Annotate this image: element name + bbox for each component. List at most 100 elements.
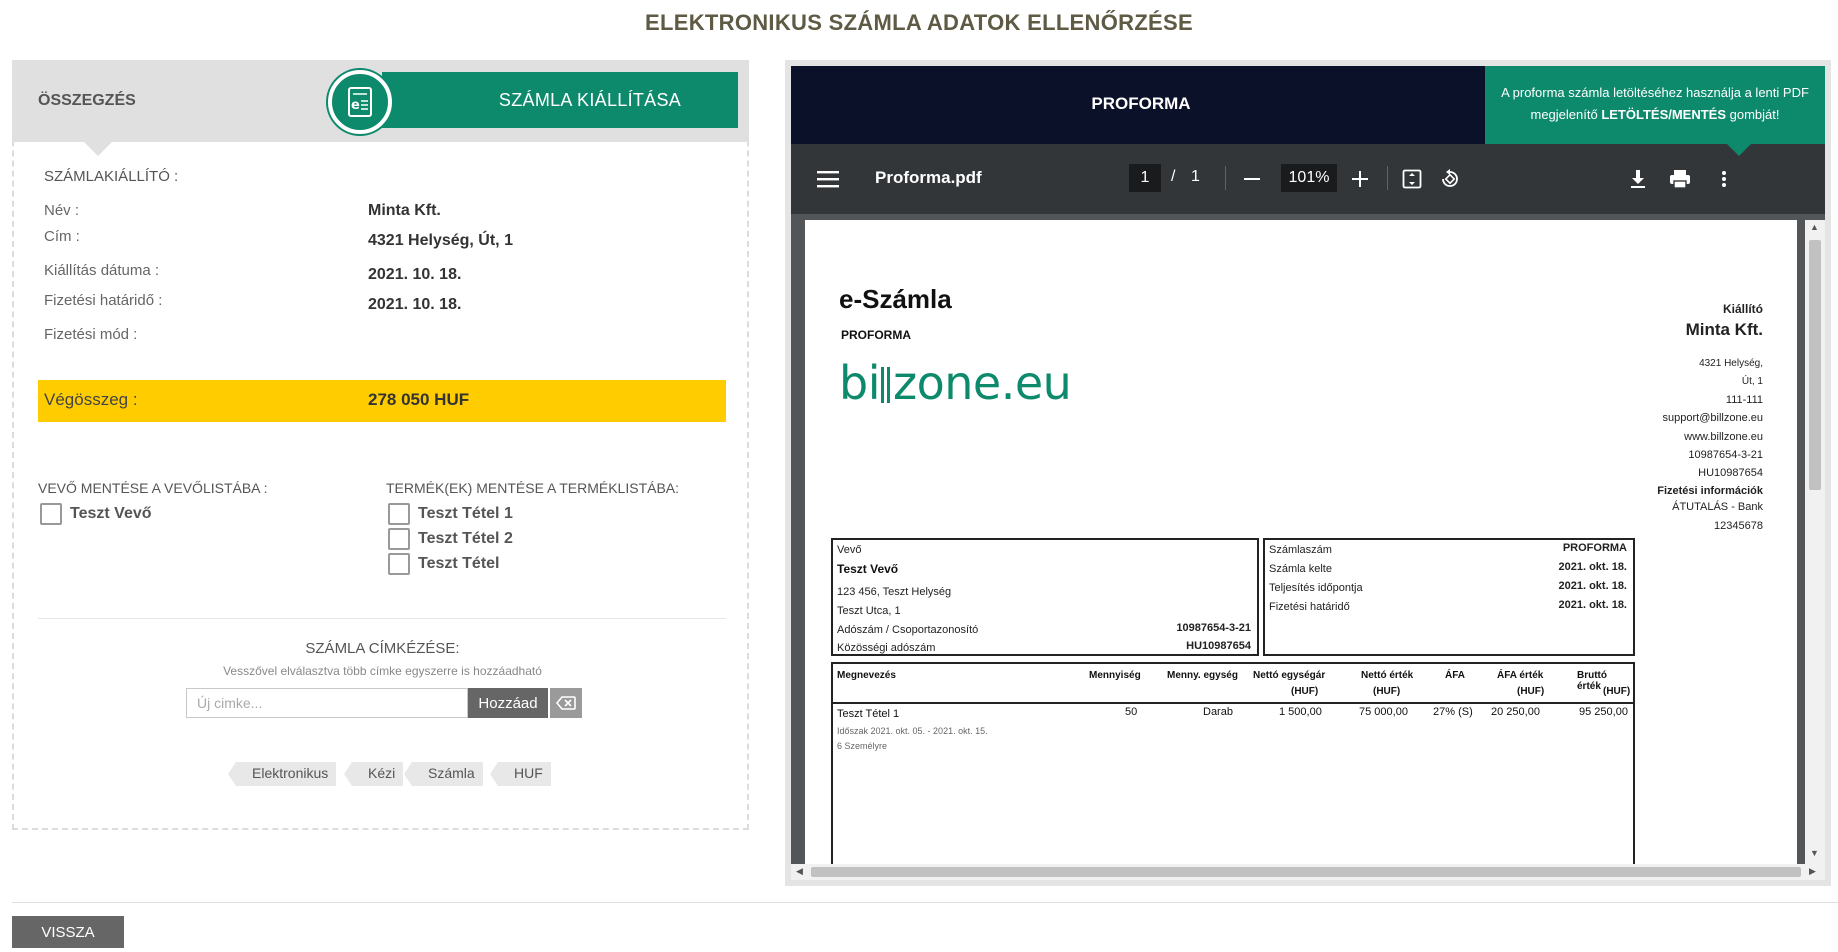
- row-unit: Darab: [1203, 706, 1233, 718]
- invoice-info-box: Számlaszám PROFORMA Számla kelte 2021. o…: [1263, 538, 1635, 656]
- proforma-title: PROFORMA: [1091, 94, 1191, 113]
- name-value: Minta Kft.: [368, 202, 441, 219]
- download-hint: A proforma számla letöltéséhez használja…: [1485, 66, 1825, 144]
- tag-chip-huf[interactable]: HUF: [490, 762, 551, 786]
- tag-chip-elektronikus[interactable]: Elektronikus: [227, 762, 337, 786]
- buyer-checkbox[interactable]: [40, 503, 62, 525]
- tag-hint: Vesszővel elválasztva több címke egyszer…: [223, 664, 542, 678]
- payment-caption: Fizetési információk: [1657, 485, 1763, 497]
- product-checkbox[interactable]: [388, 503, 410, 525]
- row-net: 75 000,00: [1359, 706, 1408, 718]
- proforma-header: PROFORMA A proforma számla letöltéséhez …: [791, 66, 1825, 144]
- issuer-line: support@billzone.eu: [1662, 412, 1763, 424]
- vertical-scrollbar[interactable]: ▲ ▼: [1805, 220, 1825, 864]
- tag-chip-szamla[interactable]: Számla: [404, 762, 483, 786]
- due-date-label: Fizetési határidő :: [44, 292, 163, 309]
- buyer-name: Teszt Vevő: [837, 562, 899, 576]
- menu-icon[interactable]: [815, 166, 841, 192]
- product-checkbox-label: Teszt Tétel 1: [418, 505, 513, 522]
- scroll-up-icon[interactable]: ▲: [1810, 222, 1819, 232]
- table-header: ÁFA: [1445, 670, 1465, 681]
- summary-arrow: [84, 142, 112, 156]
- issuer-line: 10987654-3-21: [1688, 449, 1763, 461]
- pdf-page: e-Számla PROFORMA bi zone.eu Kiállító Min…: [805, 220, 1797, 870]
- scroll-right-icon[interactable]: ▶: [1809, 866, 1816, 877]
- clear-tag-button[interactable]: [550, 688, 582, 718]
- product-checkbox[interactable]: [388, 528, 410, 550]
- info-value: 2021. okt. 18.: [1558, 580, 1628, 592]
- issuer-line: 4321 Helység,: [1699, 358, 1763, 369]
- summary-header: ÖSSZEGZÉS SZÁMLA KIÁLLÍTÁSA e: [12, 60, 749, 142]
- product-save-caption: TERMÉK(EK) MENTÉSE A TERMÉKLISTÁBA:: [386, 480, 680, 496]
- info-label: Teljesítés időpontja: [1269, 582, 1363, 594]
- scroll-left-icon[interactable]: ◀: [796, 866, 803, 877]
- row-qty: 50: [1125, 706, 1138, 718]
- issuer-line: Út, 1: [1741, 376, 1763, 387]
- hint-arrow: [1727, 144, 1751, 156]
- total-value: 278 050 HUF: [368, 390, 470, 409]
- issuer-line: HU10987654: [1698, 467, 1763, 479]
- row-vat: 27% (S): [1433, 706, 1473, 718]
- invoice-icon[interactable]: e: [328, 70, 392, 134]
- scroll-down-icon[interactable]: ▼: [1810, 848, 1819, 858]
- info-label: Számla kelte: [1269, 563, 1332, 575]
- buyer-checkbox-row[interactable]: Teszt Vevő: [40, 503, 152, 525]
- zoom-in-icon[interactable]: [1347, 166, 1373, 192]
- table-header: ÁFA érték: [1497, 670, 1544, 681]
- items-table: Megnevezés Mennyiség Menny. egység Nettó…: [831, 662, 1635, 870]
- footer-divider: [12, 902, 1838, 903]
- fit-page-icon[interactable]: [1399, 166, 1425, 192]
- add-tag-button[interactable]: Hozzáad: [468, 688, 548, 718]
- vertical-scrollbar-thumb[interactable]: [1809, 240, 1821, 490]
- issue-invoice-button[interactable]: SZÁMLA KIÁLLÍTÁSA: [382, 72, 738, 128]
- page-number-input[interactable]: 1: [1129, 164, 1161, 192]
- issuer-line: www.billzone.eu: [1684, 431, 1763, 443]
- buyer-caption: Vevő: [837, 544, 862, 556]
- zoom-level-input[interactable]: 101%: [1281, 164, 1337, 192]
- table-header: Megnevezés: [837, 670, 896, 681]
- pdf-viewport[interactable]: e-Számla PROFORMA bi zone.eu Kiállító Min…: [791, 214, 1825, 880]
- product-checkbox-label: Teszt Tétel: [418, 555, 500, 572]
- horizontal-scrollbar-thumb[interactable]: [811, 867, 1801, 877]
- toolbar-separator: [1225, 166, 1226, 190]
- info-value: 2021. okt. 18.: [1558, 561, 1628, 573]
- table-subheader: (HUF): [1373, 686, 1401, 697]
- rotate-icon[interactable]: [1437, 166, 1463, 192]
- invoice-subtitle: PROFORMA: [841, 328, 911, 342]
- product-checkbox[interactable]: [388, 553, 410, 575]
- payment-line: 12345678: [1714, 520, 1763, 532]
- product-checkbox-row[interactable]: Teszt Tétel 1: [388, 503, 513, 525]
- svg-text:e: e: [351, 98, 360, 113]
- product-checkbox-row[interactable]: Teszt Tétel 2: [388, 528, 513, 550]
- table-header: Nettó érték: [1361, 670, 1414, 681]
- buyer-tax-value: 10987654-3-21: [1176, 622, 1251, 634]
- total-label: Végösszeg :: [44, 390, 138, 409]
- info-value: PROFORMA: [1562, 542, 1627, 554]
- buyer-eu-tax-label: Közösségi adószám: [837, 642, 936, 654]
- billzone-logo: bi zone.eu: [839, 356, 1072, 410]
- info-value: 2021. okt. 18.: [1558, 599, 1628, 611]
- product-checkbox-row[interactable]: Teszt Tétel: [388, 553, 500, 575]
- tag-chip-kezi[interactable]: Kézi: [343, 762, 404, 786]
- horizontal-scrollbar[interactable]: ◀ ▶: [791, 864, 1825, 880]
- buyer-address2: Teszt Utca, 1: [837, 605, 901, 617]
- info-label: Számlaszám: [1269, 544, 1332, 556]
- row-unit-price: 1 500,00: [1279, 706, 1322, 718]
- issue-date-value: 2021. 10. 18.: [368, 266, 462, 283]
- more-options-icon[interactable]: [1711, 166, 1737, 192]
- issue-date-label: Kiállítás dátuma :: [44, 262, 160, 279]
- zoom-out-icon[interactable]: [1239, 166, 1265, 192]
- download-icon[interactable]: [1625, 166, 1651, 192]
- address-value: 4321 Helység, Út, 1: [368, 232, 513, 249]
- row-period: Időszak 2021. okt. 05. - 2021. okt. 15.: [837, 726, 988, 736]
- print-icon[interactable]: [1667, 166, 1693, 192]
- issuer-caption: SZÁMLAKIÁLLÍTÓ :: [44, 168, 179, 185]
- tag-title: SZÁMLA CÍMKÉZÉSE:: [305, 640, 460, 657]
- total-bar: Végösszeg : 278 050 HUF: [38, 380, 726, 422]
- new-tag-input[interactable]: Új cimke...: [186, 688, 468, 718]
- summary-panel: ÖSSZEGZÉS SZÁMLA KIÁLLÍTÁSA e SZÁMLAKIÁL…: [12, 60, 749, 830]
- buyer-checkbox-label: Teszt Vevő: [70, 505, 152, 522]
- name-label: Név :: [44, 202, 80, 219]
- back-button[interactable]: VISSZA: [12, 916, 124, 948]
- table-header: Nettó egységár: [1253, 670, 1326, 681]
